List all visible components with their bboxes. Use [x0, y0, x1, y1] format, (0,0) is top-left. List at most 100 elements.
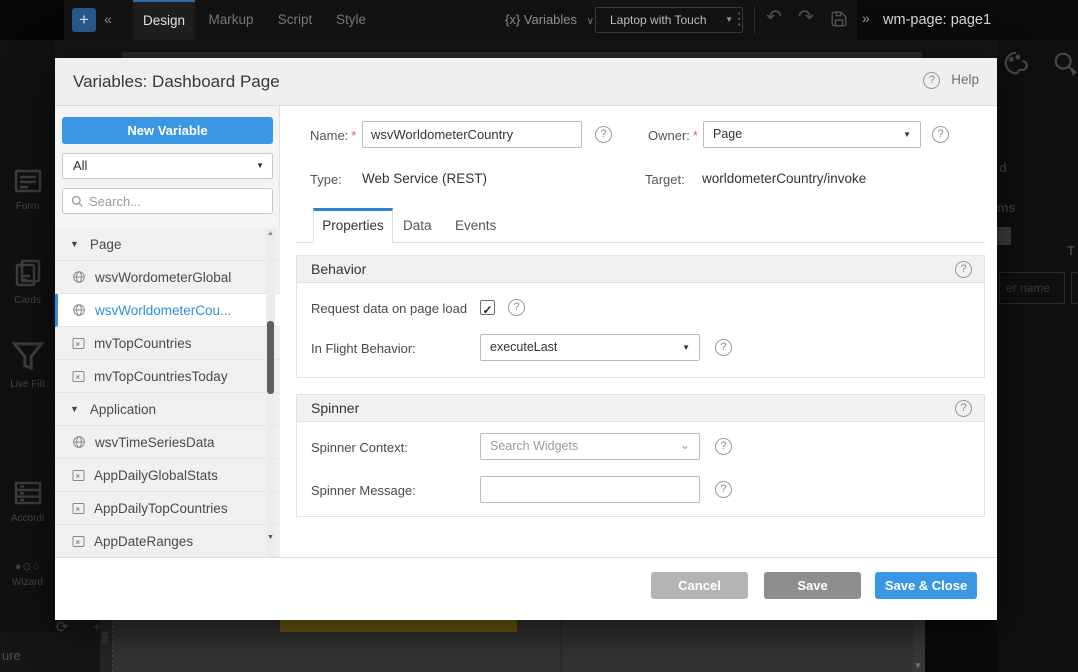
variable-name-input[interactable]	[362, 121, 582, 148]
undo-icon[interactable]: ↶	[766, 6, 782, 29]
variable-item[interactable]: wsvTimeSeriesData	[55, 426, 280, 459]
widget-palette: Form Cards Live Filt Accordi	[0, 40, 55, 632]
sidebar-scrollbar[interactable]: ▲ ▼	[266, 228, 275, 557]
spinner-context-label: Spinner Context:	[311, 440, 408, 455]
variable-filter-select[interactable]: All ▼	[62, 153, 273, 179]
cards-icon	[14, 280, 42, 291]
spinner-context-select[interactable]: Search Widgets ⌄	[480, 433, 700, 460]
section-title: Spinner	[311, 395, 359, 422]
add-button[interactable]: +	[72, 8, 96, 32]
save-button[interactable]: Save	[764, 572, 861, 599]
caret-down-icon: ▼	[903, 122, 911, 147]
variables-menu[interactable]: {x} Variables ∨	[505, 0, 594, 40]
model-variable-icon	[72, 337, 85, 350]
palette-item-live-filter[interactable]: Live Filt	[0, 340, 55, 390]
ruler-label: 650	[100, 632, 107, 644]
new-variable-button[interactable]: New Variable	[62, 117, 273, 144]
detail-tabbar: Properties Data Events	[296, 208, 985, 243]
canvas-column-divider	[560, 620, 562, 672]
device-select[interactable]: Laptop with Touch ▼	[595, 7, 743, 33]
search-input[interactable]	[89, 190, 269, 212]
variables-menu-label: {x} Variables	[505, 12, 577, 27]
palette-item-cards[interactable]: Cards	[0, 258, 55, 306]
canvas-scrollbar[interactable]: ▼	[913, 620, 925, 672]
required-marker: *	[693, 128, 698, 143]
help-icon[interactable]: ?	[955, 261, 972, 278]
inspect-icon[interactable]	[1052, 50, 1078, 81]
panel-text-fragment: d	[999, 160, 1007, 175]
variable-item[interactable]: mvTopCountriesToday	[55, 360, 280, 393]
help-icon[interactable]: ?	[932, 126, 949, 143]
properties-panel-fragment: d ms T er name	[997, 40, 1078, 672]
palette-item-accordion[interactable]: Accordi	[0, 480, 55, 524]
help-icon[interactable]: ?	[715, 339, 732, 356]
variable-group-application[interactable]: ▼ Application	[55, 393, 280, 426]
save-and-close-button[interactable]: Save & Close	[875, 572, 977, 599]
type-label: Type:	[310, 172, 342, 187]
palette-label: Form	[0, 201, 55, 212]
more-options-icon[interactable]: ⋮	[731, 8, 747, 32]
model-variable-icon	[72, 469, 85, 482]
owner-select[interactable]: Page ▼	[703, 121, 921, 148]
palette-label: Wizard	[0, 577, 55, 588]
tab-style[interactable]: Style	[329, 0, 373, 40]
help-icon[interactable]: ?	[595, 126, 612, 143]
chevron-down-icon: ∨	[587, 16, 594, 27]
variables-sidebar: New Variable All ▼ ▼ Page	[55, 106, 280, 557]
variable-item[interactable]: AppDailyTopCountries	[55, 492, 280, 525]
inflight-select-value: executeLast	[490, 340, 557, 354]
spinner-section: Spinner ? Spinner Context: Search Widget…	[296, 394, 985, 517]
help-icon[interactable]: ?	[955, 400, 972, 417]
spinner-message-input[interactable]	[480, 476, 700, 503]
variable-item[interactable]: wsvWordometerGlobal	[55, 261, 280, 294]
help-icon[interactable]: ?	[508, 299, 525, 316]
section-header: Spinner ?	[297, 395, 984, 422]
variable-item[interactable]: AppDailyGlobalStats	[55, 459, 280, 492]
cancel-button[interactable]: Cancel	[651, 572, 748, 599]
canvas-ruler: 650	[100, 620, 113, 672]
variable-item-selected[interactable]: wsvWorldometerCou...	[55, 294, 280, 327]
panel-row-fragment	[997, 227, 1011, 245]
webservice-icon	[72, 303, 86, 317]
model-variable-icon	[72, 502, 85, 515]
tab-properties[interactable]: Properties	[313, 208, 393, 243]
tab-events[interactable]: Events	[455, 208, 496, 243]
variable-group-page[interactable]: ▼ Page	[55, 228, 280, 261]
tab-data[interactable]: Data	[403, 208, 432, 243]
request-data-label: Request data on page load	[311, 301, 467, 316]
theme-palette-icon[interactable]	[1003, 63, 1029, 80]
canvas-yellow-widget	[280, 620, 517, 632]
inflight-select[interactable]: executeLast ▼	[480, 334, 700, 361]
dialog-title: Variables: Dashboard Page	[73, 58, 280, 106]
panel-toolbar	[1003, 50, 1078, 81]
scroll-down-icon: ▼	[266, 534, 275, 541]
tab-design[interactable]: Design	[133, 0, 195, 40]
variable-item[interactable]: AppDateRanges	[55, 525, 280, 557]
help-icon[interactable]: ?	[715, 481, 732, 498]
save-file-icon[interactable]	[830, 10, 848, 33]
help-link[interactable]: ? Help	[923, 72, 979, 89]
caret-down-icon: ▼	[70, 404, 79, 414]
target-label: Target:	[645, 172, 685, 187]
request-data-checkbox[interactable]: ✓	[480, 300, 495, 315]
chevron-down-icon: ⌄	[680, 434, 690, 457]
palette-item-wizard[interactable]: ●⊙○ Wizard	[0, 560, 55, 588]
section-header: Behavior ?	[297, 256, 984, 283]
section-title: Behavior	[311, 256, 366, 283]
scroll-up-icon: ▲	[266, 230, 275, 237]
redo-icon[interactable]: ↷	[798, 6, 814, 29]
panel-input-fragment[interactable]	[1071, 272, 1078, 304]
collapse-panel-icon[interactable]: «	[104, 11, 112, 27]
variable-detail-panel: Name:* ? Owner:* Page ▼ ? Type: Web Serv…	[280, 106, 997, 557]
panel-input-fragment[interactable]: er name	[999, 272, 1065, 304]
variable-item[interactable]: mvTopCountries	[55, 327, 280, 360]
chevron-right-icon[interactable]: »	[862, 10, 870, 26]
palette-item-form[interactable]: Form	[0, 168, 55, 212]
tab-markup[interactable]: Markup	[203, 0, 259, 40]
page-badge: wm-page: page1	[883, 0, 991, 40]
type-value: Web Service (REST)	[362, 171, 487, 186]
inflight-label: In Flight Behavior:	[311, 341, 416, 356]
tab-script[interactable]: Script	[271, 0, 319, 40]
scrollbar-thumb[interactable]	[267, 321, 274, 394]
help-icon[interactable]: ?	[715, 438, 732, 455]
